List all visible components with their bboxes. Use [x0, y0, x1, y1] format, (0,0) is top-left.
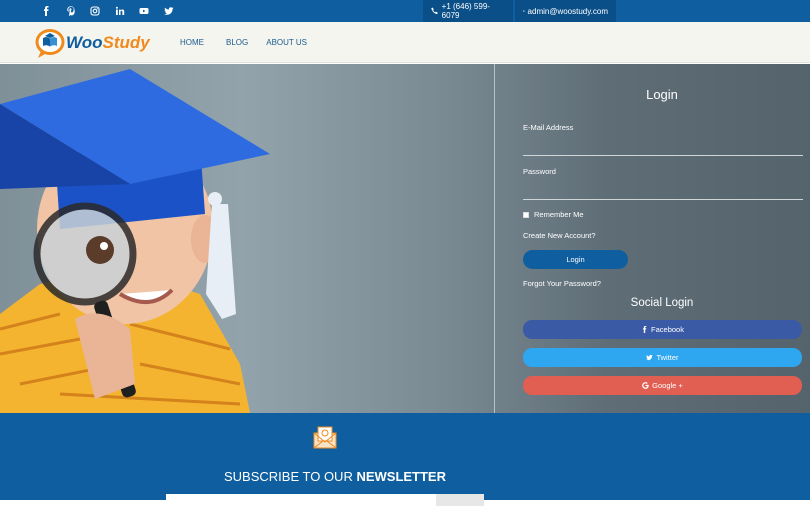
- email-contact[interactable]: admin@woostudy.com: [515, 0, 616, 22]
- brand-name-part2: Study: [102, 33, 150, 52]
- phone-contact[interactable]: +1 (646) 599-6079: [423, 0, 513, 22]
- twitter-icon: [646, 354, 654, 361]
- google-label: Google +: [652, 381, 683, 390]
- twitter-login-button[interactable]: Twitter: [523, 348, 802, 367]
- password-label: Password: [523, 167, 556, 176]
- remember-label: Remember Me: [534, 210, 584, 219]
- newsletter-subscribe-button[interactable]: [436, 494, 484, 506]
- instagram-icon[interactable]: [83, 6, 108, 16]
- remember-me[interactable]: Remember Me: [523, 210, 584, 219]
- remember-checkbox[interactable]: [523, 211, 529, 218]
- linkedin-icon[interactable]: [108, 6, 133, 16]
- newsletter-section: [0, 413, 810, 500]
- youtube-icon[interactable]: [132, 6, 157, 16]
- login-button[interactable]: Login: [523, 250, 628, 269]
- email-label: E-Mail Address: [523, 123, 574, 132]
- facebook-login-button[interactable]: Facebook: [523, 320, 802, 339]
- forgot-password-link[interactable]: Forgot Your Password?: [523, 279, 601, 288]
- google-login-button[interactable]: Google +: [523, 376, 802, 395]
- google-icon: [642, 382, 649, 389]
- email-input[interactable]: [523, 136, 803, 156]
- facebook-label: Facebook: [651, 325, 684, 334]
- brand-name-part1: Woo: [66, 33, 103, 52]
- facebook-icon[interactable]: [34, 6, 59, 16]
- hero-photo: [0, 69, 270, 413]
- social-login-title: Social Login: [630, 297, 694, 309]
- hero-divider: [494, 64, 495, 413]
- phone-text: +1 (646) 599-6079: [441, 2, 490, 20]
- nav-home[interactable]: HOME: [180, 38, 204, 47]
- twitter-icon[interactable]: [157, 6, 182, 16]
- password-input[interactable]: [523, 180, 803, 200]
- twitter-label: Twitter: [656, 353, 679, 362]
- main-nav: HOME BLOG ABOUT US: [180, 38, 307, 47]
- facebook-icon: [643, 326, 647, 333]
- newsletter-email-input[interactable]: [166, 494, 436, 506]
- pinterest-icon[interactable]: [59, 6, 84, 16]
- nav-blog[interactable]: BLOG: [226, 38, 248, 47]
- newsletter-envelope-icon: [313, 426, 337, 449]
- phone-icon: [431, 7, 438, 15]
- envelope-icon: [523, 10, 525, 12]
- nav-about[interactable]: ABOUT US: [266, 38, 307, 47]
- navbar: WooStudy HOME BLOG ABOUT US: [0, 22, 810, 63]
- brand-name[interactable]: WooStudy: [66, 33, 150, 53]
- newsletter-title-prefix: SUBSCRIBE TO OUR: [224, 469, 357, 484]
- newsletter-title: SUBSCRIBE TO OUR NEWSLETTER: [224, 469, 446, 484]
- social-links: [34, 0, 181, 22]
- email-text: admin@woostudy.com: [527, 6, 608, 16]
- login-title: Login: [646, 87, 678, 102]
- newsletter-title-bold: NEWSLETTER: [356, 469, 446, 484]
- create-account-link[interactable]: Create New Account?: [523, 231, 596, 240]
